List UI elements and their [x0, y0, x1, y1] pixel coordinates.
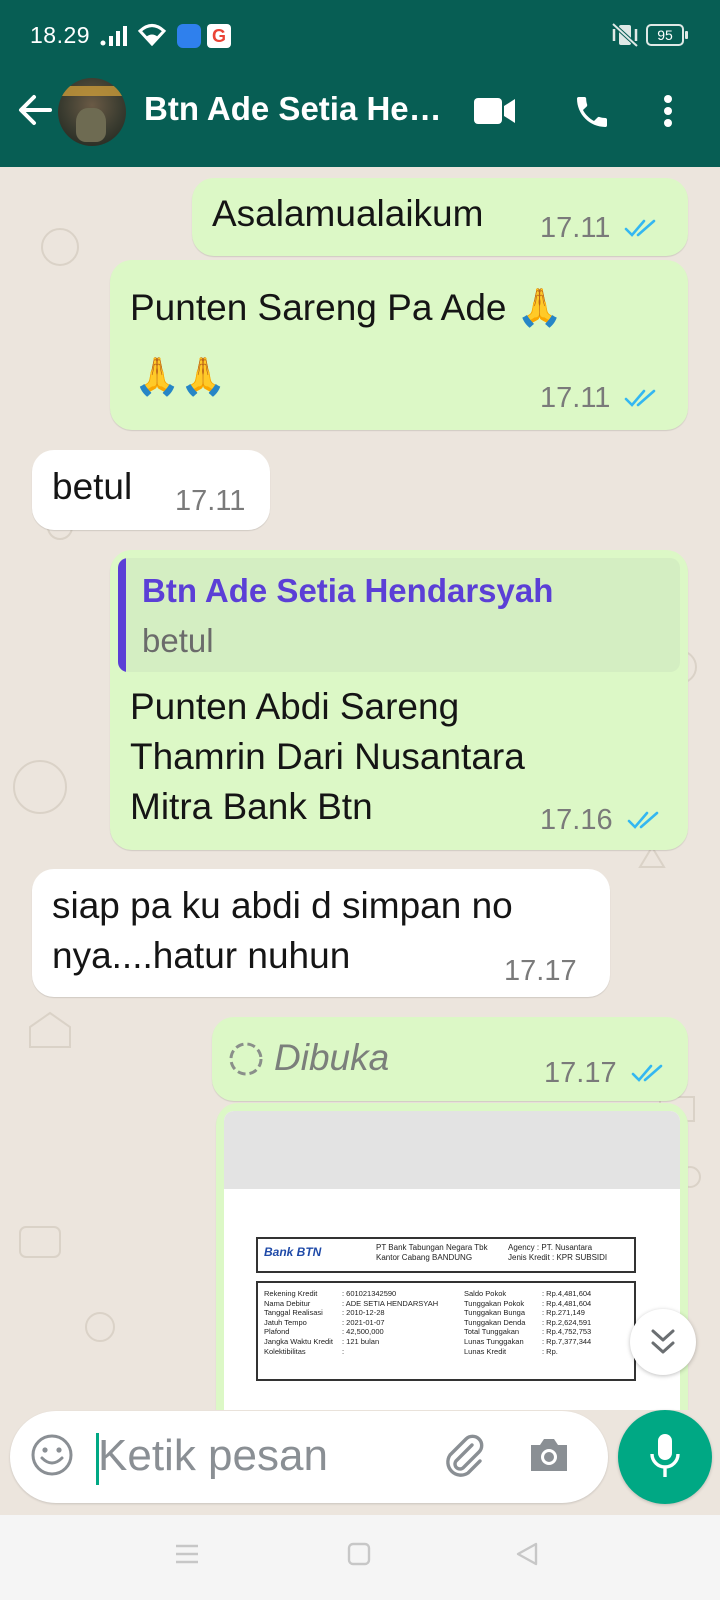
wifi-icon — [137, 22, 167, 51]
message-text-line3: Mitra Bank Btn — [130, 786, 373, 827]
message-time: 17.16 — [540, 804, 613, 836]
app-notification-icon — [177, 24, 201, 48]
right-labels: Saldo Pokok Tunggakan Pokok Tunggakan Bung… — [464, 1289, 526, 1356]
more-options-icon[interactable] — [662, 94, 674, 133]
message-text-line2: nya....hatur nuhun — [52, 935, 351, 976]
incoming-message[interactable]: betul 17.11 — [32, 450, 270, 530]
voice-call-icon[interactable] — [572, 92, 612, 137]
quote-accent-bar — [118, 558, 126, 672]
microphone-icon — [648, 1432, 682, 1485]
message-composer — [10, 1411, 608, 1503]
message-text: Asalamualaikum — [212, 193, 484, 234]
view-once-message[interactable]: Dibuka 17.17 — [212, 1017, 688, 1101]
view-once-opened-icon — [228, 1041, 264, 1082]
message-text: Punten Sareng Pa Ade 🙏 — [130, 287, 563, 328]
message-text-line2: 🙏🙏 — [134, 356, 227, 397]
message-time: 17.17 — [504, 955, 577, 987]
message-meta: 17.11 — [540, 212, 658, 246]
double-chevron-down-icon — [649, 1327, 677, 1362]
status-bar: 18.29 G 95 — [0, 0, 720, 72]
credit-details-table: Rekening Kredit Nama Debitur Tanggal Reali… — [256, 1281, 636, 1381]
left-labels: Rekening Kredit Nama Debitur Tanggal Reali… — [264, 1289, 333, 1356]
message-text-line2: Thamrin Dari Nusantara — [130, 736, 525, 777]
scroll-to-bottom-button[interactable] — [630, 1309, 696, 1375]
vibrate-off-icon — [610, 22, 640, 53]
right-values: : Rp.4,481,604: Rp.4,481,604: Rp.271,149… — [542, 1289, 592, 1356]
attachment-icon[interactable] — [442, 1433, 486, 1484]
read-receipt-icon — [627, 805, 661, 838]
image-message[interactable]: Bank BTN PT Bank Tabungan Negara Tbk Kan… — [216, 1103, 688, 1410]
google-notification-icon: G — [207, 24, 231, 48]
camera-icon[interactable] — [528, 1435, 570, 1480]
message-meta: 17.16 — [540, 804, 661, 838]
battery-indicator: 95 — [646, 24, 688, 46]
voice-message-button[interactable] — [618, 1410, 712, 1504]
read-receipt-icon — [624, 213, 658, 246]
bank-logo: Bank BTN — [264, 1245, 322, 1259]
contact-avatar[interactable] — [58, 78, 126, 146]
message-time: 17.11 — [540, 212, 611, 244]
document-header: Bank BTN PT Bank Tabungan Negara Tbk Kan… — [256, 1237, 636, 1273]
image-top-band — [224, 1111, 680, 1189]
quoted-text: betul — [142, 622, 214, 659]
document-image[interactable]: Bank BTN PT Bank Tabungan Negara Tbk Kan… — [224, 1111, 680, 1410]
chat-area[interactable]: Asalamualaikum 17.11 Punten Sareng Pa Ad… — [0, 167, 720, 1410]
incoming-message[interactable]: siap pa ku abdi d simpan no nya....hatur… — [32, 869, 610, 997]
back-arrow-icon[interactable] — [14, 90, 54, 130]
signal-icon — [100, 24, 130, 51]
message-text-line1: Punten Abdi Sareng — [130, 686, 460, 727]
agency-info: Agency : PT. Nusantara Jenis Kredit : KP… — [508, 1243, 608, 1262]
message-meta: 17.11 — [540, 382, 658, 416]
home-icon[interactable] — [346, 1541, 372, 1572]
app-header: 18.29 G 95 Btn Ade Setia He… — [0, 0, 720, 167]
outgoing-message[interactable]: Punten Sareng Pa Ade 🙏 🙏🙏 17.11 — [110, 260, 688, 430]
quoted-message[interactable]: Btn Ade Setia Hendarsyah betul — [118, 558, 680, 672]
left-values: : 601021342590: ADE SETIA HENDARSYAH: 20… — [342, 1289, 439, 1356]
back-nav-icon[interactable] — [514, 1541, 540, 1572]
message-time: 17.17 — [544, 1057, 617, 1089]
outgoing-reply-message[interactable]: Btn Ade Setia Hendarsyah betul Punten Ab… — [110, 550, 688, 850]
view-once-label: Dibuka — [274, 1037, 390, 1078]
message-meta: 17.17 — [544, 1057, 665, 1091]
video-call-icon[interactable] — [474, 96, 516, 131]
outgoing-message[interactable]: Asalamualaikum 17.11 — [192, 178, 688, 256]
system-navigation-bar — [0, 1515, 720, 1600]
status-time: 18.29 — [30, 22, 91, 48]
message-time: 17.11 — [175, 485, 246, 517]
contact-name[interactable]: Btn Ade Setia He… — [144, 90, 444, 128]
read-receipt-icon — [631, 1058, 665, 1091]
emoji-icon[interactable] — [30, 1433, 74, 1482]
quoted-sender-name: Btn Ade Setia Hendarsyah — [142, 572, 554, 609]
message-input[interactable] — [98, 1423, 428, 1489]
message-text-line1: siap pa ku abdi d simpan no — [52, 885, 513, 926]
read-receipt-icon — [624, 383, 658, 416]
recent-apps-icon[interactable] — [174, 1541, 200, 1572]
bank-name: PT Bank Tabungan Negara Tbk Kantor Caban… — [376, 1243, 488, 1262]
message-text: betul — [52, 466, 133, 507]
message-time: 17.11 — [540, 382, 611, 414]
